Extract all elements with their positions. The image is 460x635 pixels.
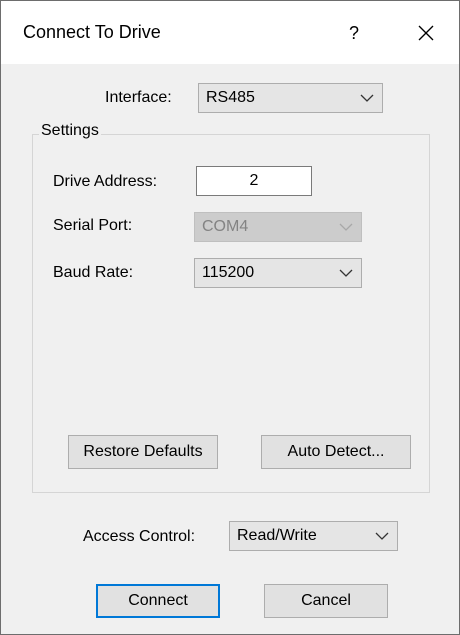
baud-rate-value: 115200 — [202, 264, 255, 281]
serial-port-label: Serial Port: — [53, 217, 133, 234]
connect-to-drive-dialog: Connect To Drive ? Interface: RS485 Sett… — [0, 0, 460, 635]
interface-value: RS485 — [206, 89, 255, 106]
settings-group-title: Settings — [39, 122, 101, 140]
serial-port-dropdown[interactable]: COM4 — [194, 212, 362, 242]
access-control-value: Read/Write — [237, 527, 317, 544]
cancel-button[interactable]: Cancel — [264, 584, 388, 618]
chevron-down-icon — [375, 532, 389, 540]
dialog-title: Connect To Drive — [23, 22, 161, 42]
drive-address-input[interactable]: 2 — [196, 166, 312, 196]
restore-defaults-button[interactable]: Restore Defaults — [68, 435, 218, 469]
chevron-down-icon — [360, 94, 374, 102]
serial-port-value: COM4 — [202, 218, 249, 235]
interface-dropdown[interactable]: RS485 — [198, 83, 383, 113]
help-button[interactable]: ? — [331, 11, 377, 55]
baud-rate-label: Baud Rate: — [53, 264, 134, 281]
close-icon — [418, 25, 434, 41]
help-icon: ? — [348, 22, 359, 43]
close-button[interactable] — [401, 11, 451, 55]
baud-rate-dropdown[interactable]: 115200 — [194, 258, 362, 288]
drive-address-label: Drive Address: — [53, 173, 158, 190]
access-control-label: Access Control: — [83, 528, 196, 545]
auto-detect-button[interactable]: Auto Detect... — [261, 435, 411, 469]
access-control-dropdown[interactable]: Read/Write — [229, 521, 398, 551]
connect-button[interactable]: Connect — [96, 584, 220, 618]
chevron-down-icon — [339, 269, 353, 277]
interface-label: Interface: — [105, 89, 172, 106]
title-bar: Connect To Drive ? — [1, 1, 459, 64]
chevron-down-icon — [339, 223, 353, 231]
